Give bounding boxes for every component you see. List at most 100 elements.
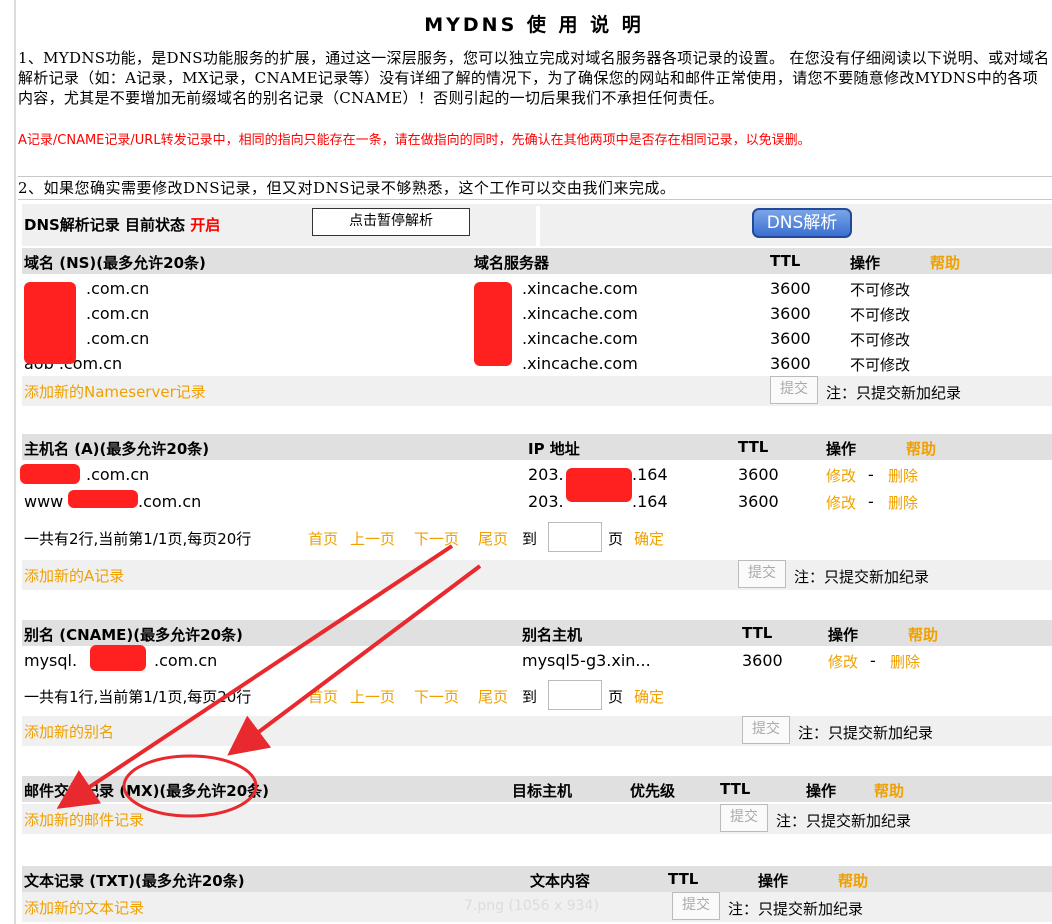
a-ttl: 3600 bbox=[738, 465, 779, 484]
pause-resolution-button[interactable]: 点击暂停解析 bbox=[312, 208, 470, 236]
txt-help-link[interactable]: 帮助 bbox=[838, 870, 868, 891]
a-pager-info: 一共有2行,当前第1/1页,每页20行 bbox=[24, 530, 252, 548]
a-add-bar: 添加新的A记录 提交 注：只提交新加纪录 bbox=[22, 560, 1052, 590]
cname-help-link[interactable]: 帮助 bbox=[908, 624, 938, 645]
ns-submit-button[interactable]: 提交 bbox=[770, 376, 818, 404]
ns-col-ttl: TTL bbox=[770, 252, 801, 270]
ns-row: .com.cn .xincache.com 3600 不可修改 bbox=[22, 326, 1052, 351]
cname-pager-info: 一共有1行,当前第1/1页,每页20行 bbox=[24, 688, 252, 706]
cname-col-target: 别名主机 bbox=[522, 626, 583, 644]
page-title: MYDNS 使 用 说 明 bbox=[424, 14, 644, 36]
redaction-mark bbox=[20, 464, 80, 484]
a-header: 主机名 (A)(最多允许20条) IP 地址 TTL 操作 帮助 bbox=[22, 434, 1052, 460]
cname-alias: mysql. bbox=[24, 651, 78, 670]
add-txt-link[interactable]: 添加新的文本记录 bbox=[24, 897, 144, 918]
mx-help-link[interactable]: 帮助 bbox=[874, 780, 904, 801]
redaction-mark bbox=[24, 282, 76, 364]
txt-submit-button[interactable]: 提交 bbox=[672, 892, 720, 920]
mx-col-priority: 优先级 bbox=[630, 782, 676, 800]
ns-header: 域名 (NS)(最多允许20条) 域名服务器 TTL 操作 帮助 bbox=[22, 248, 1052, 274]
ns-op: 不可修改 bbox=[850, 331, 911, 349]
cname-pager-prev[interactable]: 上一页 bbox=[350, 686, 395, 707]
cname-pager: 一共有1行,当前第1/1页,每页20行 首页 上一页 下一页 尾页 到 页 确定 bbox=[22, 680, 1052, 712]
a-pager-first[interactable]: 首页 bbox=[308, 528, 338, 549]
ns-op: 不可修改 bbox=[850, 306, 911, 324]
cname-pager-page: 页 bbox=[608, 688, 624, 706]
a-pager-next[interactable]: 下一页 bbox=[414, 528, 459, 549]
a-col-ip: IP 地址 bbox=[528, 440, 580, 458]
cname-pager-to: 到 bbox=[522, 688, 538, 706]
a-pager-go[interactable]: 确定 bbox=[634, 528, 664, 549]
dns-resolve-button[interactable]: DNS解析 bbox=[752, 208, 852, 238]
a-edit-link[interactable]: 修改 bbox=[826, 465, 856, 486]
txt-header: 文本记录 (TXT)(最多允许20条) 文本内容 TTL 操作 帮助 bbox=[22, 866, 1052, 892]
a-help-link[interactable]: 帮助 bbox=[906, 438, 936, 459]
a-pager-to: 到 bbox=[522, 530, 538, 548]
a-host: .com.cn bbox=[86, 465, 150, 484]
ns-ttl: 3600 bbox=[770, 354, 811, 373]
a-ip-end: .164 bbox=[632, 492, 668, 511]
mx-col-target: 目标主机 bbox=[512, 782, 573, 800]
ns-col-domain: 域名 (NS)(最多允许20条) bbox=[24, 254, 206, 272]
a-ttl: 3600 bbox=[738, 492, 779, 511]
ns-ttl: 3600 bbox=[770, 279, 811, 298]
cname-pager-input[interactable] bbox=[548, 680, 602, 710]
cname-pager-first[interactable]: 首页 bbox=[308, 686, 338, 707]
cname-op-sep: - bbox=[870, 651, 876, 670]
a-edit-link[interactable]: 修改 bbox=[826, 492, 856, 513]
cname-col-op: 操作 bbox=[828, 626, 859, 644]
a-delete-link[interactable]: 删除 bbox=[888, 465, 918, 486]
cname-pager-last[interactable]: 尾页 bbox=[478, 686, 508, 707]
cname-submit-button[interactable]: 提交 bbox=[742, 716, 790, 744]
a-host-end: .com.cn bbox=[138, 492, 202, 511]
mydns-page: MYDNS 使 用 说 明 1、MYDNS功能，是DNS功能服务的扩展，通过这一… bbox=[16, 0, 1052, 924]
add-a-link[interactable]: 添加新的A记录 bbox=[24, 565, 124, 586]
a-ip: 203. bbox=[528, 465, 564, 484]
notice-warning: A记录/CNAME记录/URL转发记录中，相同的指向只能存在一条，请在做指向的同… bbox=[18, 133, 811, 148]
a-note: 注：只提交新加纪录 bbox=[794, 568, 930, 586]
status-divider bbox=[536, 206, 540, 246]
a-ip-end: .164 bbox=[632, 465, 668, 484]
ns-domain: .com.cn bbox=[86, 304, 150, 323]
cname-header: 别名 (CNAME)(最多允许20条) 别名主机 TTL 操作 帮助 bbox=[22, 620, 1052, 646]
cname-add-bar: 添加新的别名 提交 注：只提交新加纪录 bbox=[22, 716, 1052, 746]
redaction-mark bbox=[566, 468, 632, 502]
ns-op: 不可修改 bbox=[850, 356, 911, 374]
mx-submit-button[interactable]: 提交 bbox=[720, 804, 768, 832]
notice-paragraph-1: 1、MYDNS功能，是DNS功能服务的扩展，通过这一深层服务，您可以独立完成对域… bbox=[18, 49, 1050, 107]
a-col-op: 操作 bbox=[826, 440, 857, 458]
txt-col-name: 文本记录 (TXT)(最多允许20条) bbox=[24, 872, 245, 890]
add-ns-link[interactable]: 添加新的Nameserver记录 bbox=[24, 381, 206, 402]
ns-help-link[interactable]: 帮助 bbox=[930, 252, 960, 273]
cname-ttl: 3600 bbox=[742, 651, 783, 670]
cname-delete-link[interactable]: 删除 bbox=[890, 651, 920, 672]
dns-status-bar: DNS解析记录 目前状态 开启 点击暂停解析 DNS解析 bbox=[22, 204, 1052, 246]
image-watermark: 7.png (1056 x 934) bbox=[464, 898, 599, 914]
a-submit-button[interactable]: 提交 bbox=[738, 560, 786, 588]
ns-server: .xincache.com bbox=[522, 304, 638, 323]
cname-edit-link[interactable]: 修改 bbox=[828, 651, 858, 672]
a-pager-input[interactable] bbox=[548, 522, 602, 552]
add-mx-link[interactable]: 添加新的邮件记录 bbox=[24, 809, 144, 830]
add-cname-link[interactable]: 添加新的别名 bbox=[24, 721, 114, 742]
a-pager: 一共有2行,当前第1/1页,每页20行 首页 上一页 下一页 尾页 到 页 确定 bbox=[22, 522, 1052, 554]
redaction-mark bbox=[90, 645, 146, 671]
cname-pager-go[interactable]: 确定 bbox=[634, 686, 664, 707]
a-delete-link[interactable]: 删除 bbox=[888, 492, 918, 513]
mx-col-name: 邮件交换记录 (MX)(最多允许20条) bbox=[24, 782, 270, 800]
a-pager-page: 页 bbox=[608, 530, 624, 548]
mx-note: 注：只提交新加纪录 bbox=[776, 812, 912, 830]
a-pager-prev[interactable]: 上一页 bbox=[350, 528, 395, 549]
cname-target: mysql5-g3.xin... bbox=[522, 651, 651, 670]
txt-note: 注：只提交新加纪录 bbox=[728, 900, 864, 918]
ns-col-server: 域名服务器 bbox=[474, 254, 550, 272]
a-op-sep: - bbox=[868, 465, 874, 484]
a-col-ttl: TTL bbox=[738, 438, 769, 456]
a-op-sep: - bbox=[868, 492, 874, 511]
status-label: DNS解析记录 目前状态 开启 bbox=[24, 214, 220, 235]
cname-alias-end: .com.cn bbox=[154, 651, 218, 670]
txt-col-content: 文本内容 bbox=[530, 872, 591, 890]
a-ip: 203. bbox=[528, 492, 564, 511]
a-pager-last[interactable]: 尾页 bbox=[478, 528, 508, 549]
cname-pager-next[interactable]: 下一页 bbox=[414, 686, 459, 707]
